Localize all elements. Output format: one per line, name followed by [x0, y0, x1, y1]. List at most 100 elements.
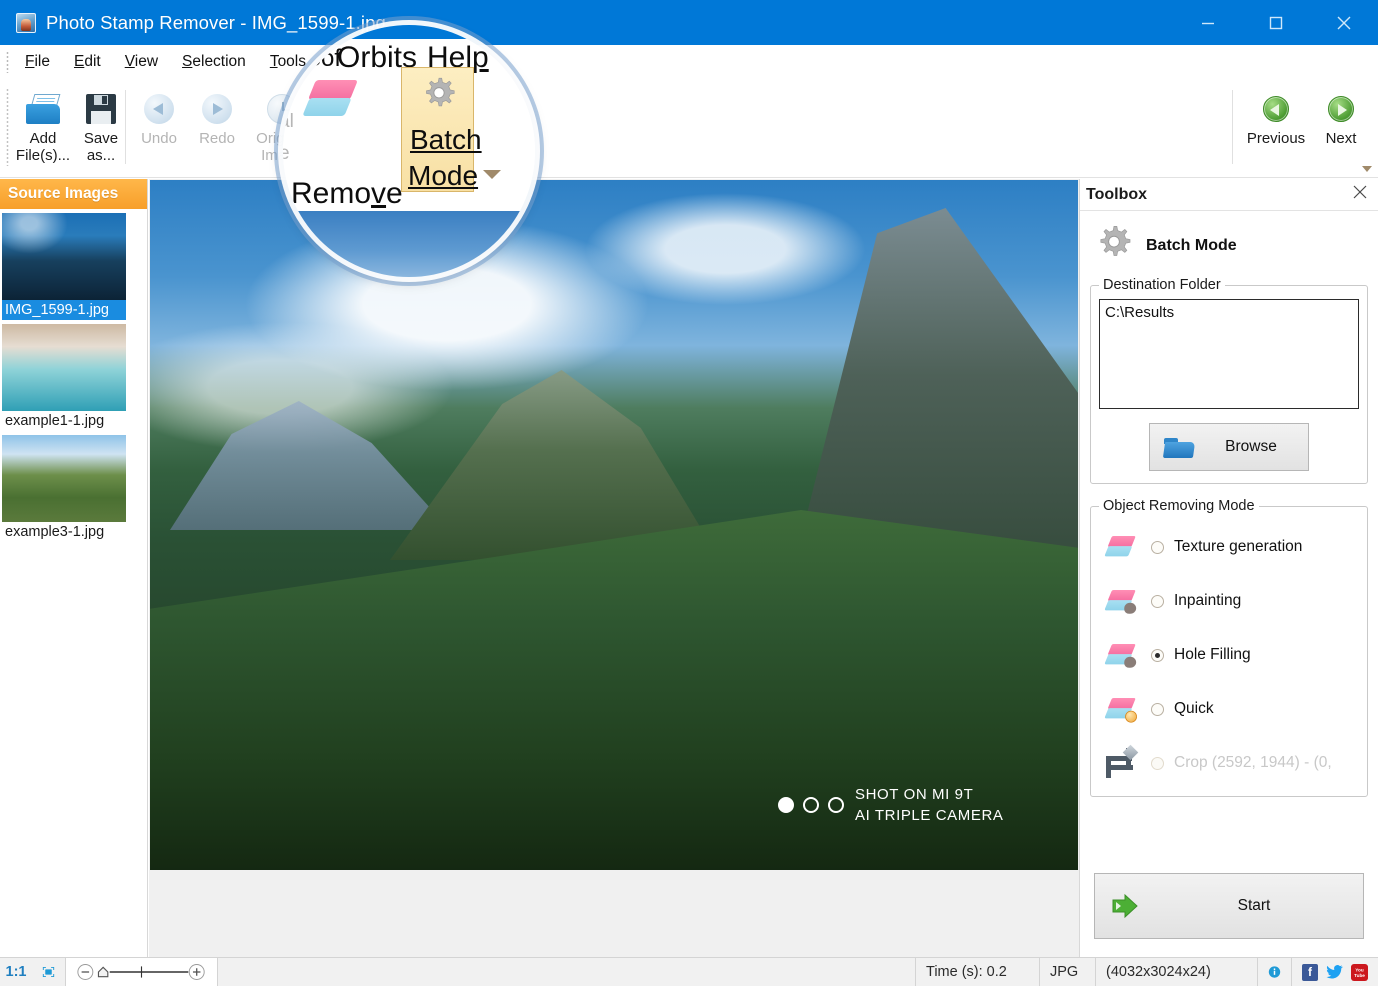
magnifier-remove-label[interactable]: Remove	[291, 177, 403, 211]
browse-button[interactable]: Browse	[1149, 423, 1309, 471]
thumbnail-label[interactable]: IMG_1599-1.jpg	[2, 300, 126, 320]
add-files-button[interactable]: Add File(s)...	[14, 82, 72, 164]
facebook-icon[interactable]: f	[1302, 963, 1318, 981]
previous-button[interactable]: Previous	[1240, 82, 1312, 147]
magnifier-batch-mode-button[interactable]: Batch Mode	[401, 67, 482, 192]
thumbnail-image[interactable]	[2, 324, 126, 411]
redo-button[interactable]: Redo	[188, 82, 246, 147]
mode-label: Quick	[1174, 700, 1214, 717]
minimize-button[interactable]	[1174, 0, 1242, 45]
window-controls	[1174, 0, 1378, 45]
ribbon-expand-chevron[interactable]	[1360, 163, 1374, 175]
watermark-text: SHOT ON MI 9T AI TRIPLE CAMERA	[855, 784, 1004, 826]
save-as-button[interactable]: Save as...	[72, 82, 130, 164]
eraser-blob-icon	[1099, 588, 1141, 614]
menu-item-edit[interactable]: Edit	[62, 49, 113, 75]
maximize-button[interactable]	[1242, 0, 1310, 45]
add-files-label: Add File(s)...	[15, 130, 71, 164]
gear-icon	[420, 76, 458, 119]
start-button[interactable]: Start	[1094, 873, 1364, 939]
ribbon-toolbar: Add File(s)... Save as... Undo Redo Orig…	[0, 78, 1378, 178]
gear-icon	[1094, 224, 1134, 269]
watermark-line-2: AI TRIPLE CAMERA	[855, 807, 1004, 824]
magnifier-batch-line2: Mode	[408, 160, 479, 191]
svg-text:Tube: Tube	[1354, 973, 1365, 978]
ribbon-group-navigation: Previous Next	[1240, 82, 1370, 174]
image-view-area[interactable]: SHOT ON MI 9T AI TRIPLE CAMERA	[149, 179, 1080, 957]
thumbnail-label[interactable]: example1-1.jpg	[2, 411, 126, 431]
radio-crop[interactable]	[1151, 756, 1164, 770]
close-button[interactable]	[1310, 0, 1378, 45]
magnifier-eraser-icon	[302, 80, 358, 119]
previous-label: Previous	[1246, 130, 1306, 147]
magnifier-expand-chevron[interactable]	[481, 167, 503, 188]
magnifier-menu-soft: Sof	[305, 45, 342, 72]
magnifier-ghost-original: al	[283, 111, 294, 132]
svg-text:You: You	[1355, 967, 1364, 972]
list-item[interactable]: example3-1.jpg	[2, 435, 126, 542]
list-item[interactable]: IMG_1599-1.jpg	[2, 213, 126, 320]
status-format: JPG	[1040, 958, 1096, 986]
save-as-label: Save as...	[83, 130, 119, 164]
thumbnail-image[interactable]	[2, 213, 126, 300]
crop-icon	[1099, 744, 1141, 778]
thumbnail-label[interactable]: example3-1.jpg	[2, 522, 126, 542]
toolbox-close-icon[interactable]	[1352, 184, 1368, 205]
application-window: Photo Stamp Remover - IMG_1599-1.jpg FFi…	[0, 0, 1378, 986]
folder-icon	[1162, 436, 1196, 458]
ribbon-grip-handle[interactable]	[6, 88, 9, 166]
radio-quick[interactable]	[1151, 702, 1164, 716]
mode-option-inpainting[interactable]: Inpainting	[1099, 574, 1359, 628]
menu-grip-handle[interactable]	[6, 50, 9, 73]
undo-button[interactable]: Undo	[130, 82, 188, 147]
toolbox-mode-name: Batch Mode	[1146, 237, 1237, 254]
mode-option-crop[interactable]: Crop (2592, 1944) - (0,	[1099, 736, 1359, 790]
twitter-icon[interactable]	[1326, 964, 1343, 981]
mode-label: Inpainting	[1174, 592, 1242, 609]
next-button[interactable]: Next	[1312, 82, 1370, 147]
toolbox-mode-header: Batch Mode	[1090, 219, 1368, 273]
destination-folder-legend: Destination Folder	[1103, 277, 1221, 293]
photo-canvas[interactable]: SHOT ON MI 9T AI TRIPLE CAMERA	[150, 180, 1078, 870]
magnifier-menu-fragment: s	[283, 45, 289, 72]
mode-option-quick[interactable]: Quick	[1099, 682, 1359, 736]
title-bar: Photo Stamp Remover - IMG_1599-1.jpg	[0, 0, 1378, 45]
zoom-ratio-label[interactable]: 1:1	[0, 958, 32, 986]
watermark-line-1: SHOT ON MI 9T	[855, 786, 974, 803]
toolbox-title: Toolbox	[1086, 185, 1148, 203]
radio-texture-generation[interactable]	[1151, 540, 1164, 554]
toolbox-body: Batch Mode Destination Folder C:\Results…	[1080, 211, 1378, 797]
add-files-icon	[26, 90, 61, 128]
redo-arrow-icon	[202, 90, 232, 128]
status-dimensions: (4032x3024x24)	[1096, 958, 1258, 986]
zoom-slider[interactable]	[66, 958, 218, 986]
destination-folder-input[interactable]: C:\Results	[1099, 299, 1359, 409]
info-icon[interactable]	[1258, 958, 1292, 986]
radio-hole-filling[interactable]	[1151, 648, 1164, 662]
menu-item-selection[interactable]: Selection	[170, 49, 258, 75]
menu-bar: FFileile Edit View Selection Tools SoftO…	[0, 45, 1378, 78]
undo-arrow-icon	[144, 90, 174, 128]
mode-option-hole-filling[interactable]: Hole Filling	[1099, 628, 1359, 682]
source-images-list: IMG_1599-1.jpg example1-1.jpg example3-1…	[0, 209, 147, 542]
radio-inpainting[interactable]	[1151, 594, 1164, 608]
eraser-icon	[1099, 534, 1141, 560]
fit-to-window-icon[interactable]	[32, 958, 66, 986]
menu-item-view[interactable]: View	[113, 49, 170, 75]
thumbnail-image[interactable]	[2, 435, 126, 522]
save-icon	[86, 90, 116, 128]
destination-folder-group: Destination Folder C:\Results Browse	[1090, 277, 1368, 484]
eraser-clock-icon	[1099, 696, 1141, 723]
green-right-arrow-icon	[1328, 90, 1354, 128]
toolbox-header: Toolbox	[1080, 179, 1378, 211]
green-double-arrow-icon	[1111, 893, 1145, 919]
youtube-icon[interactable]: You Tube	[1351, 963, 1368, 981]
status-bar: 1:1 Time (s): 0.2 JPG (4032x3024x24) f Y…	[0, 957, 1378, 986]
camera-dots-icon	[778, 797, 844, 813]
menu-item-file[interactable]: FFileile	[13, 49, 62, 75]
undo-label: Undo	[141, 130, 177, 147]
mode-option-texture-generation[interactable]: Texture generation	[1099, 520, 1359, 574]
list-item[interactable]: example1-1.jpg	[2, 324, 126, 431]
magnifier-overlay: s Sof Orbits Help al e Remove Batch Mode	[283, 25, 535, 277]
ribbon-separator-1	[125, 90, 126, 164]
